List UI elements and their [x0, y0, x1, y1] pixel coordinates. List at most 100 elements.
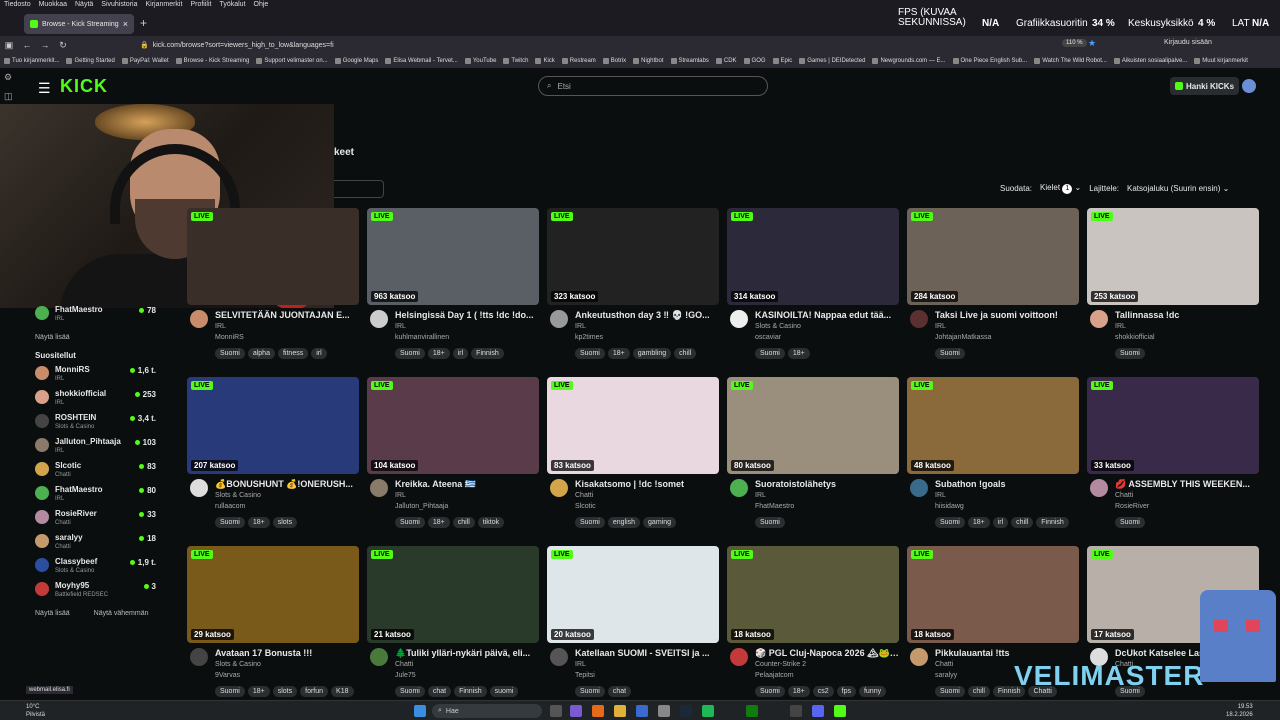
- stream-title[interactable]: 🎲 PGL Cluj-Napoca 2026 🏔🐸 ...: [755, 648, 899, 659]
- channel-name[interactable]: Slcotic: [575, 503, 596, 510]
- tag-chip[interactable]: 18+: [247, 686, 270, 697]
- stream-category[interactable]: Slots & Casino: [755, 323, 801, 330]
- app-icon[interactable]: [636, 705, 648, 717]
- stream-category[interactable]: IRL: [575, 323, 586, 330]
- stream-card[interactable]: LIVE 18 katsoo 🎲 PGL Cluj-Napoca 2026 🏔🐸…: [727, 546, 899, 708]
- tag-chip[interactable]: Finnish: [1036, 517, 1069, 528]
- tag-chip[interactable]: Suomi: [1115, 348, 1145, 359]
- bookmark-item[interactable]: Watch The Wild Robot...: [1034, 58, 1107, 64]
- channel-avatar[interactable]: [190, 310, 208, 328]
- back-icon[interactable]: ←: [18, 40, 36, 50]
- stream-thumbnail[interactable]: LIVE 284 katsoo: [907, 208, 1079, 305]
- stream-thumbnail[interactable]: LIVE 18 katsoo: [727, 546, 899, 643]
- stream-category[interactable]: Chatti: [395, 661, 413, 668]
- history-icon[interactable]: ◫: [4, 91, 20, 102]
- stream-category[interactable]: IRL: [395, 323, 406, 330]
- sidebar-channel[interactable]: Slcotic Chatti 83: [30, 460, 160, 484]
- menu-item[interactable]: Kirjanmerkit: [145, 0, 182, 10]
- channel-name[interactable]: rullaacom: [215, 503, 245, 510]
- stream-card[interactable]: LIVE 33 katsoo 💋 ASSEMBLY THIS WEEKEN...…: [1087, 377, 1259, 539]
- tag-chip[interactable]: 18+: [967, 517, 990, 528]
- channel-avatar[interactable]: [1090, 310, 1108, 328]
- channel-avatar[interactable]: [370, 310, 388, 328]
- tag-filter-input[interactable]: [334, 180, 384, 198]
- tag-chip[interactable]: slots: [272, 517, 298, 528]
- tag-chip[interactable]: chill: [452, 517, 475, 528]
- url-bar[interactable]: 🔒 kick.com/browse?sort=viewers_high_to_l…: [136, 38, 1096, 52]
- bookmark-item[interactable]: Botrix: [602, 58, 626, 64]
- new-tab-button[interactable]: +: [140, 16, 147, 30]
- stream-card[interactable]: LIVE 29 katsoo Avataan 17 Bonusta !!! Sl…: [187, 546, 359, 708]
- tag-chip[interactable]: fitness: [277, 348, 309, 359]
- stream-category[interactable]: Chatti: [1115, 492, 1133, 499]
- sidebar-toggle-icon[interactable]: ▣: [0, 40, 18, 51]
- tag-chip[interactable]: Suomi: [215, 686, 245, 697]
- bookmark-item[interactable]: Epic: [772, 58, 792, 64]
- menu-item[interactable]: Muokkaa: [39, 0, 67, 10]
- tag-chip[interactable]: Suomi: [215, 517, 245, 528]
- stream-title[interactable]: Pikkulauantai !tts: [935, 648, 1079, 658]
- app-icon[interactable]: [570, 705, 582, 717]
- stream-thumbnail[interactable]: LIVE 29 katsoo: [187, 546, 359, 643]
- tag-chip[interactable]: Suomi: [935, 348, 965, 359]
- tag-chip[interactable]: Suomi: [215, 348, 245, 359]
- bookmark-item[interactable]: Support velimaster on...: [256, 58, 328, 64]
- stream-category[interactable]: IRL: [935, 323, 946, 330]
- tag-chip[interactable]: Suomi: [575, 517, 605, 528]
- stream-card[interactable]: LIVE 104 katsoo Kreikka. Ateena 🇬🇷 IRL J…: [367, 377, 539, 539]
- channel-avatar[interactable]: [730, 310, 748, 328]
- tag-chip[interactable]: slots: [272, 686, 298, 697]
- bookmark-item[interactable]: One Piece English Sub...: [952, 58, 1027, 64]
- sidebar-channel[interactable]: FhatMaestro IRL 78: [30, 304, 160, 328]
- tag-chip[interactable]: Suomi: [935, 517, 965, 528]
- bookmark-item[interactable]: Getting Started: [66, 58, 115, 64]
- channel-avatar[interactable]: [730, 648, 748, 666]
- forward-icon[interactable]: →: [36, 40, 54, 50]
- tag-chip[interactable]: Suomi: [755, 348, 785, 359]
- channel-name[interactable]: MonniRS: [215, 334, 244, 341]
- channel-avatar[interactable]: [730, 479, 748, 497]
- tag-chip[interactable]: K18: [331, 686, 354, 697]
- stream-thumbnail[interactable]: LIVE 21 katsoo: [367, 546, 539, 643]
- start-icon[interactable]: [414, 705, 426, 717]
- stream-thumbnail[interactable]: LIVE 80 katsoo: [727, 377, 899, 474]
- sidebar-channel[interactable]: Jalluton_Pihtaaja IRL 103: [30, 436, 160, 460]
- tag-chip[interactable]: funny: [858, 686, 887, 697]
- channel-avatar[interactable]: [550, 479, 568, 497]
- bookmark-item[interactable]: Google Maps: [334, 58, 378, 64]
- channel-name[interactable]: RosieRiver: [1115, 503, 1149, 510]
- stream-category[interactable]: Slots & Casino: [215, 492, 261, 499]
- tag-chip[interactable]: Finnish: [471, 348, 504, 359]
- obs-icon[interactable]: [790, 705, 802, 717]
- firefox-icon[interactable]: [592, 705, 604, 717]
- menu-icon[interactable]: ☰: [38, 80, 51, 97]
- tag-chip[interactable]: Suomi: [395, 348, 425, 359]
- stream-card[interactable]: LIVE 207 katsoo 💰BONUSHUNT 💰!ONERUSH... …: [187, 377, 359, 539]
- channel-name[interactable]: hiisidawg: [935, 503, 964, 510]
- sort-dropdown[interactable]: Katsojaluku (Suurin ensin) ⌄: [1127, 184, 1229, 193]
- stream-title[interactable]: Ankeutusthon day 3 ‼ 💀 !GO...: [575, 310, 719, 321]
- stream-title[interactable]: Kisakatsomo | !dc !somet: [575, 479, 719, 489]
- stream-title[interactable]: Kreikka. Ateena 🇬🇷: [395, 479, 539, 490]
- menu-item[interactable]: Työkalut: [219, 0, 245, 10]
- tag-chip[interactable]: irl: [311, 348, 327, 359]
- clock[interactable]: 19.53 18.2.2026: [1226, 703, 1253, 719]
- tag-chip[interactable]: chill: [967, 686, 990, 697]
- kick-icon[interactable]: [834, 705, 846, 717]
- tag-chip[interactable]: Suomi: [575, 686, 605, 697]
- login-button[interactable]: Kirjaudu sisään: [1164, 39, 1212, 46]
- stream-thumbnail[interactable]: LIVE 18 katsoo: [907, 546, 1079, 643]
- channel-name[interactable]: shokkiofficial: [1115, 334, 1155, 341]
- bookmark-item[interactable]: PayPal: Wallet: [121, 58, 169, 64]
- sidebar-channel[interactable]: saralyy Chatti 18: [30, 532, 160, 556]
- stream-card[interactable]: LIVE 253 katsoo Tallinnassa !dc IRL shok…: [1087, 208, 1259, 370]
- bookmark-item[interactable]: CDK: [715, 58, 737, 64]
- bookmark-item[interactable]: Elisa Webmail - Tervet...: [385, 58, 458, 64]
- channel-name[interactable]: FhatMaestro: [755, 503, 794, 510]
- tag-chip[interactable]: irl: [452, 348, 469, 359]
- channel-avatar[interactable]: [1090, 479, 1108, 497]
- tag-chip[interactable]: 18+: [607, 348, 630, 359]
- menu-item[interactable]: Tiedosto: [4, 0, 31, 10]
- stream-category[interactable]: Counter-Strike 2: [755, 661, 806, 668]
- stream-title[interactable]: Taksi Live ja suomi voittoon!: [935, 310, 1079, 320]
